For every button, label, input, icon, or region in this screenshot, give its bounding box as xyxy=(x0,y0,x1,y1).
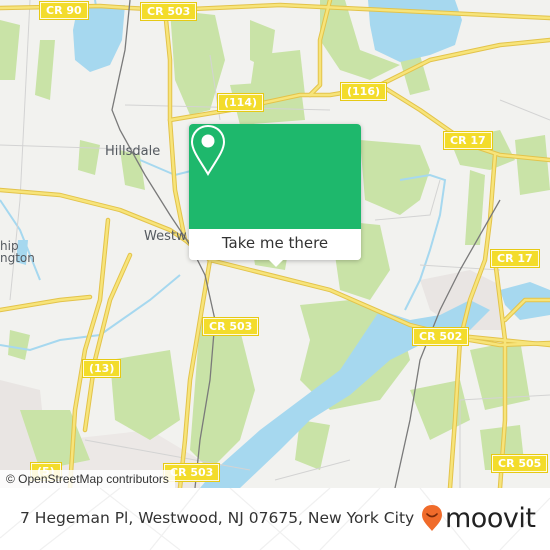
park xyxy=(515,135,550,195)
place-label-township-line2: ngton xyxy=(0,251,35,265)
popup-pointer xyxy=(267,258,285,267)
place-label-westwood: Westw xyxy=(144,229,187,244)
moovit-smile-pin-icon xyxy=(422,505,442,531)
road-label-114: (114) xyxy=(216,93,265,112)
map-pin-icon xyxy=(190,124,226,176)
moovit-logo[interactable]: moovit xyxy=(421,500,536,536)
take-me-there-button[interactable]: Take me there xyxy=(189,229,361,260)
road-label-cr503: CR 503 xyxy=(201,317,260,336)
park xyxy=(470,340,530,410)
road-label-cr502: CR 502 xyxy=(411,327,470,346)
place-label-hillsdale: Hillsdale xyxy=(105,144,161,159)
road-label-13: (13) xyxy=(81,359,122,378)
place-label-township: hip ngton xyxy=(0,240,35,264)
park xyxy=(8,330,30,360)
road-label-cr17: CR 17 xyxy=(490,249,540,268)
address-text: 7 Hegeman Pl, Westwood, NJ 07675, New Yo… xyxy=(20,509,415,527)
road xyxy=(0,295,92,312)
road-label-cr503: CR 503 xyxy=(139,2,198,21)
road-label-cr90: CR 90 xyxy=(39,1,89,20)
destination-popup: Take me there xyxy=(189,124,361,267)
park xyxy=(410,380,470,440)
map-attribution[interactable]: © OpenStreetMap contributors xyxy=(0,470,175,488)
popup-header xyxy=(189,124,361,229)
road-label-cr505: CR 505 xyxy=(490,454,549,473)
park xyxy=(0,20,20,80)
park xyxy=(110,350,180,440)
moovit-wordmark: moovit xyxy=(445,502,536,534)
park xyxy=(78,140,100,175)
road-label-cr17: CR 17 xyxy=(443,131,493,150)
stream xyxy=(139,159,196,177)
road-label-116: (116) xyxy=(339,82,388,101)
park xyxy=(465,170,485,245)
map[interactable]: CR 90 CR 503 (114) (116) CR 17 CR 17 CR … xyxy=(0,0,550,488)
footer: 7 Hegeman Pl, Westwood, NJ 07675, New Yo… xyxy=(0,488,550,550)
park xyxy=(35,40,55,100)
popup-card: Take me there xyxy=(189,124,361,260)
